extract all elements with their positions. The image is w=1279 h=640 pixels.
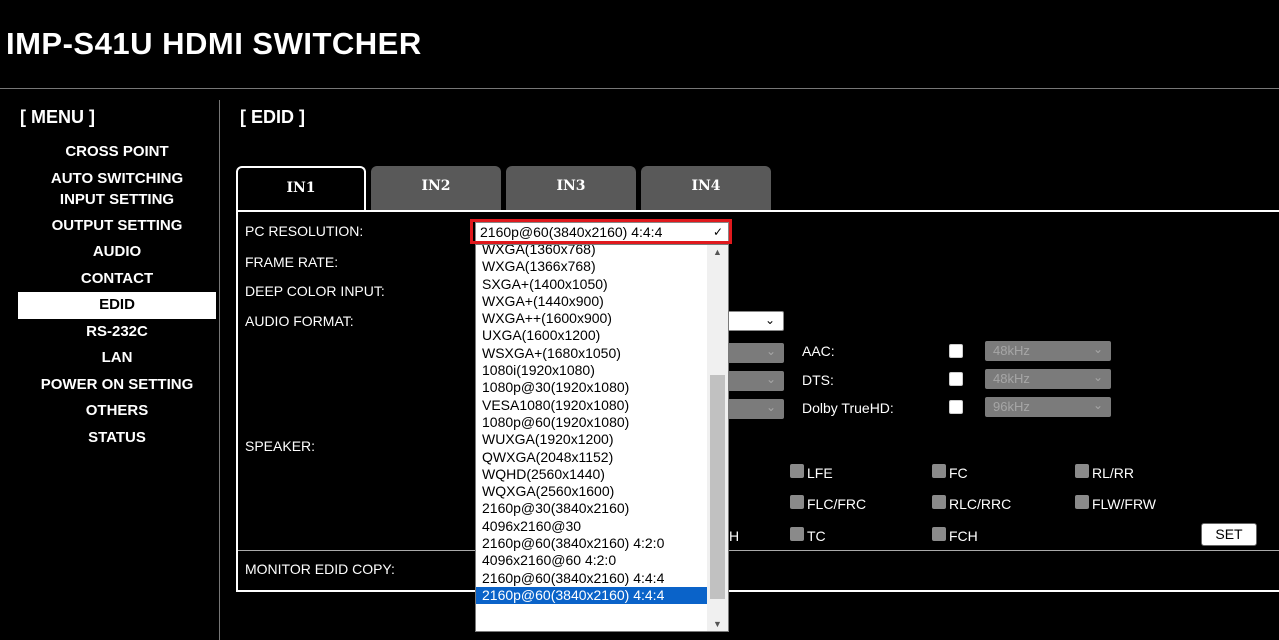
fch-label: FCH	[949, 528, 978, 544]
tc-label: TC	[807, 528, 826, 544]
menu-item-rs232c[interactable]: RS-232C	[18, 319, 216, 346]
chevron-down-icon: ✓	[712, 225, 723, 239]
tab-in4[interactable]: IN4	[641, 166, 771, 210]
app-title: IMP-S41U HDMI SWITCHER	[6, 26, 422, 61]
rlc-rrc-checkbox[interactable]	[932, 495, 946, 509]
dts-rate-select: 48kHz ⌄	[985, 369, 1111, 389]
resolution-option[interactable]: 2160p@60(3840x2160) 4:4:4	[476, 570, 708, 587]
rl-rr-label: RL/RR	[1092, 465, 1135, 481]
menu-item-label: INPUT SETTING	[59, 190, 175, 208]
resolution-option[interactable]: WSXGA+(1680x1050)	[476, 345, 708, 362]
resolution-option[interactable]: WXGA(1360x768)	[476, 245, 708, 258]
resolution-option[interactable]: QWXGA(2048x1152)	[476, 449, 708, 466]
resolution-option[interactable]: WXGA+(1440x900)	[476, 293, 708, 310]
chevron-down-icon: ⌄	[765, 344, 776, 358]
resolution-dropdown-list[interactable]: WXGA(1360x768) WXGA(1366x768) SXGA+(1400…	[475, 244, 729, 632]
pc-resolution-label: PC RESOLUTION:	[245, 223, 364, 239]
menu-item-lan[interactable]: LAN	[18, 345, 216, 372]
dolby-rate-select: 96kHz ⌄	[985, 397, 1111, 417]
speaker-label: SPEAKER:	[245, 438, 316, 454]
menu-item-contact[interactable]: CONTACT	[18, 266, 216, 293]
chevron-down-icon: ⌄	[765, 400, 776, 414]
resolution-option[interactable]: 1080p@30(1920x1080)	[476, 379, 708, 396]
flw-frw-label: FLW/FRW	[1092, 496, 1157, 512]
chevron-down-icon: ⌄	[764, 313, 775, 327]
resolution-option[interactable]: 2160p@60(3840x2160) 4:2:0	[476, 535, 708, 552]
flc-frc-checkbox[interactable]	[790, 495, 804, 509]
resolution-option[interactable]: WUXGA(1920x1200)	[476, 431, 708, 448]
resolution-option[interactable]: WXGA(1366x768)	[476, 258, 708, 275]
aac-rate-value: 48kHz	[993, 343, 1030, 358]
aac-rate-select: 48kHz ⌄	[985, 341, 1111, 361]
resolution-option-selected[interactable]: 2160p@60(3840x2160) 4:4:4	[476, 586, 708, 605]
pc-resolution-value: 2160p@60(3840x2160) 4:4:4	[480, 224, 663, 240]
aac-label: AAC:	[802, 343, 835, 359]
menu-heading: [ MENU ]	[20, 107, 95, 127]
resolution-option[interactable]: VESA1080(1920x1080)	[476, 397, 708, 414]
menu-item-others[interactable]: OTHERS	[18, 398, 216, 425]
flc-frc-label: FLC/FRC	[807, 496, 867, 512]
dts-checkbox[interactable]	[949, 372, 963, 386]
lfe-checkbox[interactable]	[790, 464, 804, 478]
menu-item-label: AUTO SWITCHING	[50, 169, 184, 187]
resolution-option[interactable]: WQHD(2560x1440)	[476, 466, 708, 483]
menu-item-audio[interactable]: AUDIO	[18, 239, 216, 266]
sidebar-menu: CROSS POINT AUTO SWITCHING INPUT SETTING …	[18, 139, 216, 451]
menu-item-edid[interactable]: EDID	[18, 292, 216, 319]
dolby-truehd-checkbox[interactable]	[949, 400, 963, 414]
section-heading: [ EDID ]	[240, 107, 305, 127]
rl-rr-checkbox[interactable]	[1075, 464, 1089, 478]
menu-item-cross-point[interactable]: CROSS POINT	[18, 139, 216, 166]
resolution-option[interactable]: 4096x2160@60 4:2:0	[476, 552, 708, 569]
menu-item-power-on-setting[interactable]: POWER ON SETTING	[18, 372, 216, 399]
dts-rate-value: 48kHz	[993, 371, 1030, 386]
rlc-rrc-label: RLC/RRC	[949, 496, 1012, 512]
dolby-truehd-label: Dolby TrueHD:	[802, 400, 894, 416]
chevron-down-icon: ⌄	[765, 372, 776, 386]
dolby-rate-value: 96kHz	[993, 399, 1030, 414]
scrollbar-thumb[interactable]	[710, 375, 725, 599]
audio-format-label: AUDIO FORMAT:	[245, 313, 354, 329]
resolution-option[interactable]: 1080p@60(1920x1080)	[476, 414, 708, 431]
resolution-option[interactable]: SXGA+(1400x1050)	[476, 276, 708, 293]
fc-checkbox[interactable]	[932, 464, 946, 478]
resolution-option[interactable]: 4096x2160@30	[476, 518, 708, 535]
panel-divider	[238, 550, 1279, 551]
monitor-edid-copy-label: MONITOR EDID COPY:	[245, 561, 395, 577]
resolution-option[interactable]: 1080i(1920x1080)	[476, 362, 708, 379]
resolution-option[interactable]: UXGA(1600x1200)	[476, 327, 708, 344]
triangle-down-icon[interactable]: ▼	[707, 619, 728, 629]
fch-checkbox[interactable]	[932, 527, 946, 541]
flw-frw-checkbox[interactable]	[1075, 495, 1089, 509]
triangle-up-icon[interactable]: ▲	[707, 247, 728, 257]
chevron-down-icon: ⌄	[1092, 370, 1103, 384]
deep-color-label: DEEP COLOR INPUT:	[245, 283, 385, 299]
menu-item-status[interactable]: STATUS	[18, 425, 216, 452]
set-button[interactable]: SET	[1201, 523, 1257, 546]
fc-label: FC	[949, 465, 968, 481]
tab-in1[interactable]: IN1	[236, 166, 366, 210]
lfe-label: LFE	[807, 465, 833, 481]
chevron-down-icon: ⌄	[1092, 342, 1103, 356]
sidebar-divider	[219, 100, 220, 640]
menu-item-auto-switching[interactable]: AUTO SWITCHING INPUT SETTING	[18, 166, 216, 213]
tab-in3[interactable]: IN3	[506, 166, 636, 210]
resolution-options: WXGA(1360x768) WXGA(1366x768) SXGA+(1400…	[476, 245, 708, 605]
chevron-down-icon: ⌄	[1092, 398, 1103, 412]
resolution-option[interactable]: 2160p@30(3840x2160)	[476, 500, 708, 517]
menu-item-output-setting[interactable]: OUTPUT SETTING	[18, 213, 216, 240]
speaker-partial-label: H	[729, 528, 740, 544]
tab-in2[interactable]: IN2	[371, 166, 501, 210]
dropdown-scrollbar[interactable]: ▲ ▼	[707, 245, 728, 631]
pc-resolution-select[interactable]: 2160p@60(3840x2160) 4:4:4 ✓	[475, 222, 729, 243]
tc-checkbox[interactable]	[790, 527, 804, 541]
resolution-option[interactable]: WQXGA(2560x1600)	[476, 483, 708, 500]
aac-checkbox[interactable]	[949, 344, 963, 358]
frame-rate-label: FRAME RATE:	[245, 254, 339, 270]
resolution-option[interactable]: WXGA++(1600x900)	[476, 310, 708, 327]
dts-label: DTS:	[802, 372, 834, 388]
header-divider	[0, 88, 1279, 89]
